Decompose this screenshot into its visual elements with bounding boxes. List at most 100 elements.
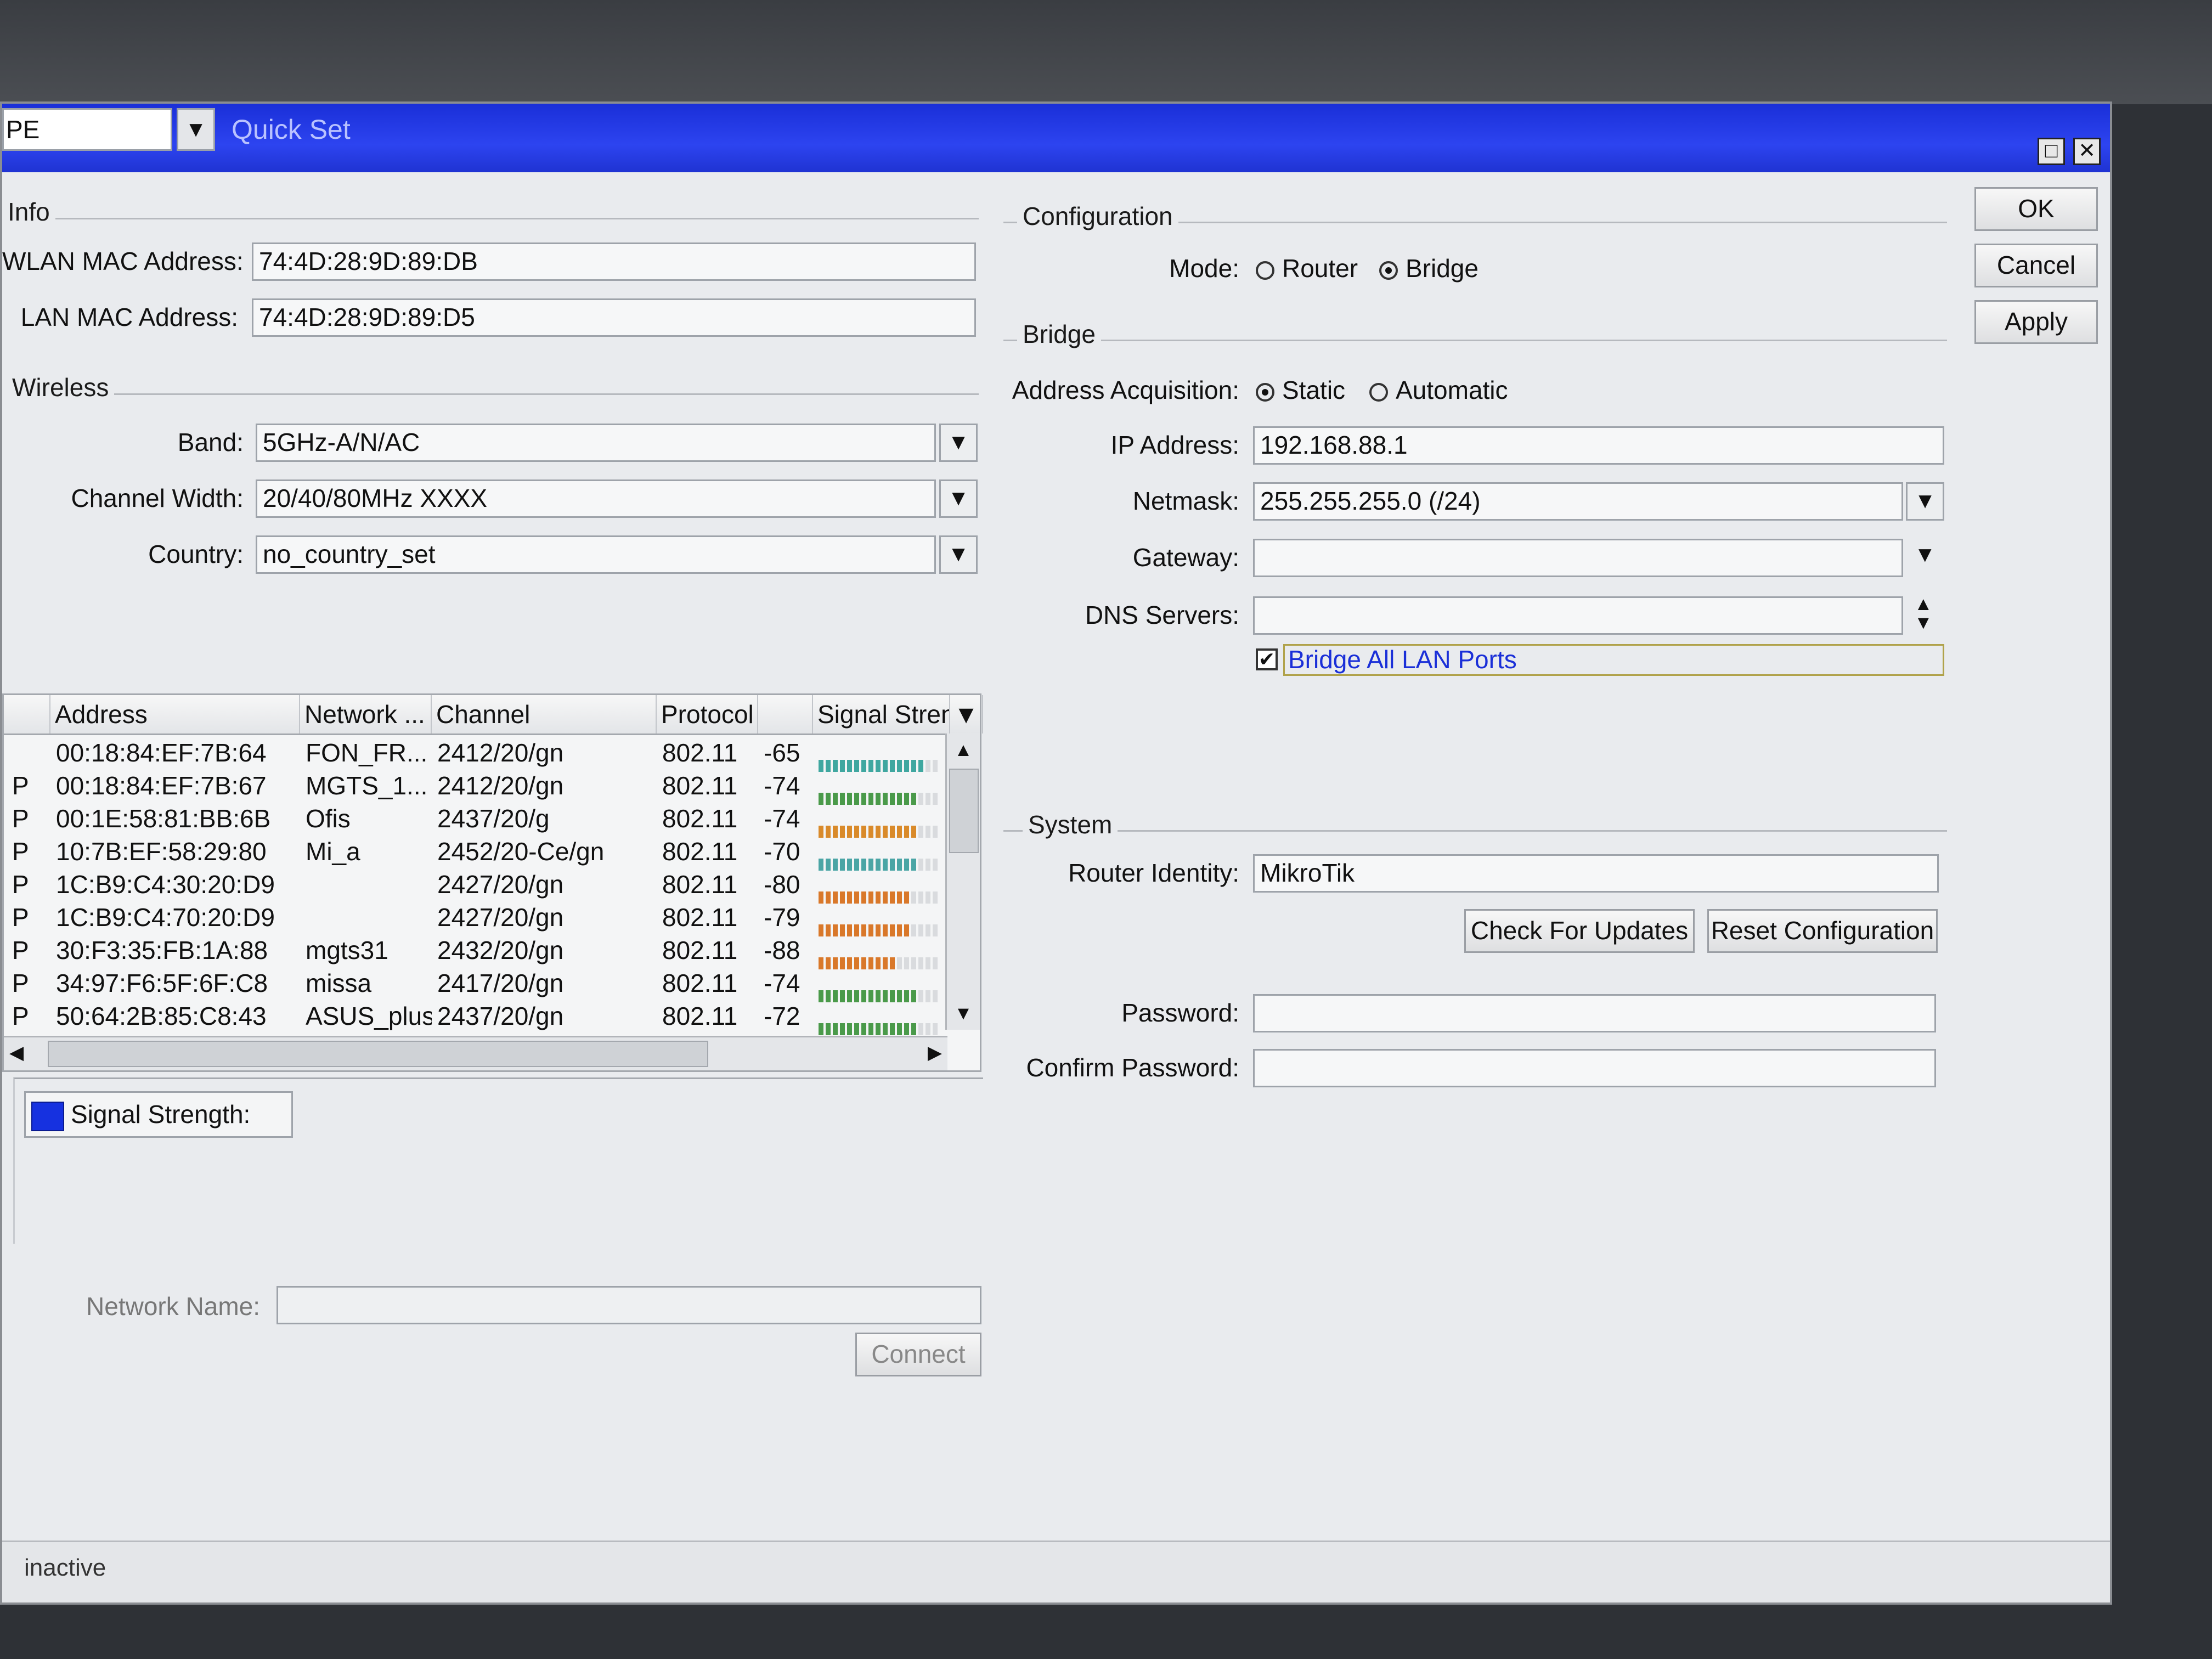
signal-legend-label: Signal Strength: — [71, 1100, 251, 1128]
table-row[interactable]: 00:18:84:EF:7B:64 FON_FR... 2412/20/gn 802.… — [4, 736, 947, 772]
radio-icon[interactable] — [1256, 261, 1274, 280]
dns-servers-label: DNS Servers: — [1085, 601, 1239, 629]
cell-network — [306, 868, 432, 901]
cell-address: 1C:B9:C4:30:20:D9 — [56, 870, 275, 899]
lan-mac-field[interactable]: 74:4D:28:9D:89:D5 — [252, 298, 976, 337]
network-name-field[interactable] — [276, 1286, 981, 1324]
mode-bridge-radio[interactable]: Bridge — [1379, 253, 1479, 283]
cell-address: 1C:B9:C4:70:20:D9 — [56, 903, 275, 932]
cell-address: 00:1E:58:81:BB:6B — [56, 804, 271, 833]
signal-color-swatch — [31, 1101, 64, 1131]
ok-button[interactable]: OK — [1974, 187, 2098, 231]
bridge-all-lan-label[interactable]: Bridge All LAN Ports — [1283, 644, 1944, 676]
country-select[interactable]: no_country_set — [256, 535, 936, 574]
configuration-section-title: Configuration — [1017, 201, 1178, 231]
cell-signal: -88 — [764, 936, 800, 964]
router-identity-field[interactable]: MikroTik — [1253, 854, 1939, 893]
chevron-down-icon[interactable]: ▼ — [1906, 482, 1944, 521]
vertical-scrollbar[interactable]: ▲ ▼ — [945, 733, 980, 1030]
table-row[interactable]: P 34:97:F6:5F:6F:C8 missa 2417/20/gn 802.11-… — [4, 967, 947, 1002]
table-row[interactable]: P 10:7B:EF:58:29:80 Mi_a 2452/20-Ce/gn 802.1… — [4, 835, 947, 871]
wlan-mac-label: WLAN MAC Address: — [2, 247, 244, 275]
close-icon[interactable]: ✕ — [2073, 138, 2101, 165]
radio-icon[interactable] — [1369, 382, 1388, 402]
cell-network: MGTS_1... — [306, 771, 428, 800]
column-header-address[interactable]: Address — [50, 695, 300, 733]
column-header-signal-strength[interactable]: Signal Stren — [813, 695, 950, 733]
cell-channel: 2412/20/gn — [437, 771, 564, 800]
chevron-down-icon[interactable]: ▼ — [939, 424, 978, 462]
profile-select[interactable]: PE — [2, 108, 172, 151]
cell-channel: 2427/20/gn — [437, 903, 564, 932]
bridge-section-title: Bridge — [1017, 319, 1101, 349]
cell-channel: 2437/20/g — [437, 804, 550, 833]
cell-signal: -74 — [764, 969, 800, 997]
chevron-down-icon[interactable]: ▼ — [939, 479, 978, 518]
gateway-field[interactable] — [1253, 539, 1903, 577]
column-header-network[interactable]: Network ... — [300, 695, 432, 733]
table-row[interactable]: P 00:1E:58:81:BB:6B Ofis 2437/20/g 802.11 -74 — [4, 802, 947, 838]
chevron-down-icon[interactable]: ▼ — [177, 108, 215, 151]
table-row[interactable]: P 00:18:84:EF:7B:67 MGTS_1... 2412/20/gn 802… — [4, 769, 947, 805]
wlan-mac-field[interactable]: 74:4D:28:9D:89:DB — [252, 242, 976, 281]
radio-icon[interactable] — [1379, 261, 1398, 280]
lan-mac-label: LAN MAC Address: — [20, 303, 238, 331]
scroll-right-icon[interactable]: ▶ — [909, 1037, 942, 1070]
column-header-channel[interactable]: Channel — [432, 695, 657, 733]
confirm-password-field[interactable] — [1253, 1049, 1936, 1087]
reset-configuration-button[interactable]: Reset Configuration — [1707, 909, 1938, 953]
mode-label: Mode: — [1169, 254, 1239, 283]
signal-bar — [819, 946, 945, 969]
cell-address: 50:64:2B:85:C8:43 — [56, 1002, 267, 1030]
chevron-down-icon[interactable]: ▼ — [939, 535, 978, 574]
country-label: Country: — [148, 540, 244, 568]
column-menu-icon[interactable]: ▼ — [950, 695, 983, 733]
wireless-scan-table: Address Network ... Channel Protocol Sig… — [2, 693, 983, 1072]
acq-static-radio[interactable]: Static — [1256, 375, 1345, 405]
cell-address: 10:7B:EF:58:29:80 — [56, 837, 267, 866]
netmask-select[interactable]: 255.255.255.0 (/24) — [1253, 482, 1903, 521]
cancel-button[interactable]: Cancel — [1974, 244, 2098, 287]
table-row[interactable]: P 1C:B9:C4:70:20:D9 2427/20/gn 802.11 -79 — [4, 901, 947, 936]
scroll-thumb[interactable] — [949, 769, 979, 853]
info-divider — [13, 218, 979, 219]
cell-protocol: 802.11 — [662, 903, 738, 932]
cell-protocol: 802.11 — [662, 870, 738, 899]
router-identity-label: Router Identity: — [1068, 859, 1239, 887]
channel-width-select[interactable]: 20/40/80MHz XXXX — [256, 479, 936, 518]
quick-set-window: PE ▼ Quick Set □ ✕ OK Cancel Apply Info … — [0, 101, 2112, 1605]
table-row[interactable]: P 1C:B9:C4:30:20:D9 2427/20/gn 802.11 -80 — [4, 868, 947, 904]
column-header-flag[interactable] — [4, 695, 50, 733]
cell-protocol: 802.11 — [662, 936, 738, 964]
dns-servers-field[interactable] — [1253, 596, 1903, 635]
scroll-left-icon[interactable]: ◀ — [9, 1037, 42, 1070]
confirm-password-label: Confirm Password: — [1026, 1053, 1239, 1082]
connect-button[interactable]: Connect — [855, 1333, 981, 1376]
maximize-icon[interactable]: □ — [2038, 138, 2065, 165]
mode-router-radio[interactable]: Router — [1256, 253, 1358, 283]
cell-protocol: 802.11 — [662, 969, 738, 997]
password-field[interactable] — [1253, 994, 1936, 1032]
signal-bar — [819, 814, 945, 838]
apply-button[interactable]: Apply — [1974, 300, 2098, 344]
band-select[interactable]: 5GHz-A/N/AC — [256, 424, 936, 462]
column-header-signal-value[interactable] — [758, 695, 813, 733]
bridge-all-lan-checkbox[interactable]: ✔ — [1256, 648, 1278, 670]
scroll-down-icon[interactable]: ▼ — [947, 997, 980, 1030]
up-down-icon[interactable]: ▲ ▼ — [1914, 595, 1933, 632]
table-row[interactable]: P 50:64:2B:85:C8:43 ASUS_plus 2437/20/gn 802… — [4, 1000, 947, 1035]
radio-icon[interactable] — [1256, 382, 1274, 402]
horizontal-scrollbar[interactable]: ◀ ▶ — [4, 1036, 947, 1070]
scroll-up-icon[interactable]: ▲ — [947, 733, 980, 766]
cell-channel: 2432/20/gn — [437, 936, 564, 964]
check-for-updates-button[interactable]: Check For Updates — [1464, 909, 1695, 953]
cell-signal: -79 — [764, 903, 800, 932]
scroll-thumb[interactable] — [48, 1041, 708, 1067]
cell-network — [306, 901, 432, 934]
table-row[interactable]: P 30:F3:35:FB:1A:88 mgts31 2432/20/gn 802.11… — [4, 934, 947, 969]
cell-signal: -80 — [764, 870, 800, 899]
column-header-protocol[interactable]: Protocol — [657, 695, 758, 733]
ip-address-field[interactable]: 192.168.88.1 — [1253, 426, 1944, 465]
chevron-down-icon[interactable]: ▼ — [1914, 543, 1936, 567]
acq-automatic-radio[interactable]: Automatic — [1369, 375, 1508, 405]
